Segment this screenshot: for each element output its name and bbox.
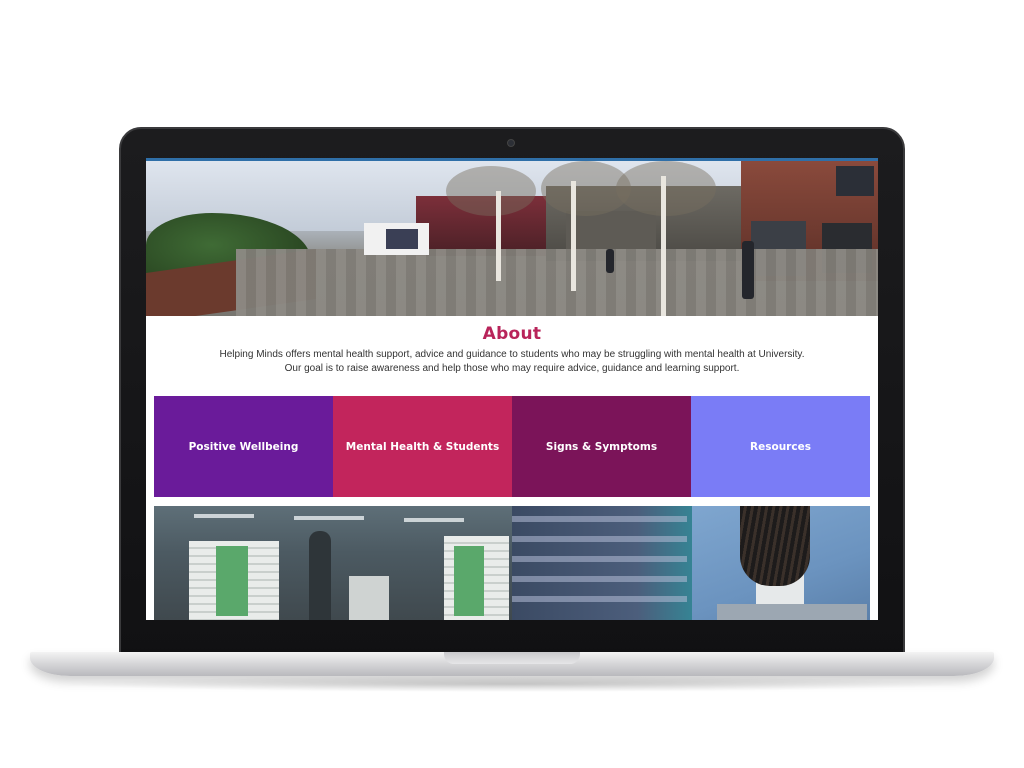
about-section: About Helping Minds offers mental health…: [146, 316, 878, 394]
hero-campus-photo: [146, 161, 878, 316]
braided-hair: [740, 506, 810, 586]
tile-resources[interactable]: Resources: [691, 396, 870, 497]
ceiling-light: [294, 516, 364, 520]
library-person: [309, 531, 331, 620]
tile-signs-symptoms[interactable]: Signs & Symptoms: [512, 396, 691, 497]
shirt-stripe: [512, 536, 687, 542]
topic-tiles: Positive Wellbeing Mental Health & Stude…: [154, 396, 870, 497]
photo-row: [154, 506, 870, 620]
library-shelf-small: [349, 576, 389, 620]
hero-tree-canopy: [446, 166, 536, 216]
laptop-screen: About Helping Minds offers mental health…: [146, 158, 878, 620]
library-board: [454, 546, 484, 616]
about-text: Helping Minds offers mental health suppo…: [146, 348, 878, 376]
tile-positive-wellbeing[interactable]: Positive Wellbeing: [154, 396, 333, 497]
hero-pavement: [236, 249, 878, 316]
about-text-line2: Our goal is to raise awareness and help …: [284, 363, 740, 374]
tile-mental-health-students[interactable]: Mental Health & Students: [333, 396, 512, 497]
laptop-shadow: [60, 676, 964, 692]
shirt-stripe: [512, 556, 687, 562]
webcam-icon: [507, 139, 515, 147]
hero-window: [836, 166, 874, 196]
hero-tree-trunk: [496, 191, 501, 281]
ceiling-light: [194, 514, 254, 518]
library-photo: [154, 506, 512, 620]
hero-signboard-screen: [386, 229, 418, 249]
about-title: About: [482, 324, 542, 344]
library-board: [216, 546, 248, 616]
hero-window: [566, 211, 656, 251]
hero-tree-trunk: [571, 181, 576, 291]
hero-tree-trunk: [661, 176, 666, 316]
students-photo: [512, 506, 870, 620]
shirt-stripe: [512, 576, 687, 582]
ceiling-light: [404, 518, 464, 522]
about-text-line1: Helping Minds offers mental health suppo…: [219, 349, 805, 360]
laptop-notch: [444, 652, 580, 664]
hero-tree-canopy: [616, 161, 716, 216]
student-laptop: [717, 604, 867, 620]
shirt-stripe: [512, 516, 687, 522]
hero-person: [606, 249, 614, 273]
hero-person: [742, 241, 754, 299]
shirt-stripe: [512, 596, 687, 602]
